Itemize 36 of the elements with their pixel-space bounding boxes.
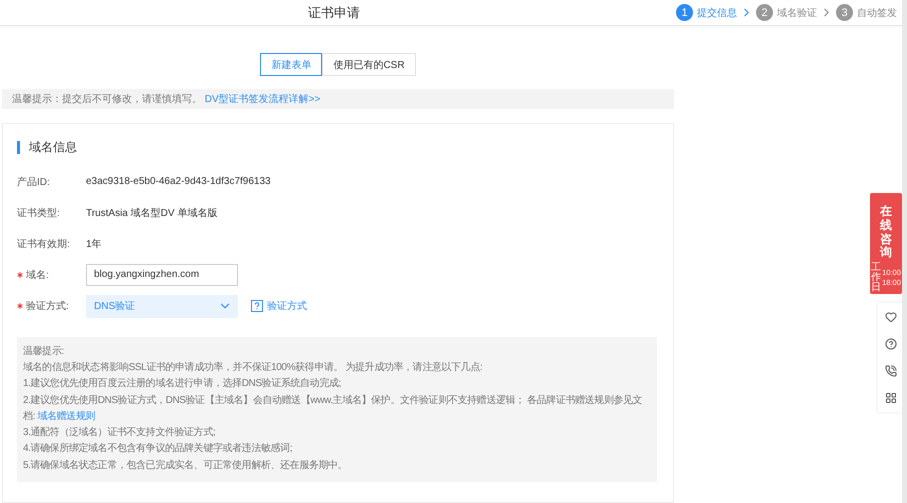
field-value: 1年 [86, 238, 102, 251]
method-select[interactable]: DNS验证 [86, 294, 238, 318]
tip-line: 域名的信息和状态将影响SSL证书的申请成功率，并不保证100%获得申请。 为提升成功率，请注意以下几点: [23, 360, 484, 375]
field-label: 域名: [26, 268, 50, 282]
help-link[interactable]: 验证方式 [251, 299, 307, 314]
tips-title: 温馨提示: [23, 344, 65, 359]
notice-text: 温馨提示：提交后不可修改，请谨慎填写。 [12, 92, 202, 106]
field-value: TrustAsia 域名型DV 单域名版 [86, 206, 218, 220]
field-label: 证书有效期: [17, 238, 71, 251]
step-number: 1 [676, 4, 693, 21]
domain-input[interactable]: blog.yangxingzhen.com [86, 264, 238, 286]
field-label: 产品ID: [17, 176, 51, 189]
help-icon [251, 300, 263, 312]
step-number: 3 [836, 4, 853, 21]
field-label: 验证方式: [26, 300, 70, 314]
step-label: 自动签发 [857, 6, 897, 20]
step-label: 提交信息 [697, 6, 737, 20]
step-label: 域名验证 [777, 6, 817, 20]
section-title: 域名信息 [17, 141, 659, 154]
heart-icon[interactable] [884, 310, 896, 323]
mode-tab[interactable]: 新建表单 [260, 53, 322, 76]
grid-icon[interactable] [884, 392, 896, 404]
tip-line: 5.请确保域名状态正常，包含已完成实名、可正常使用解析、还在服务期中。 [23, 458, 348, 473]
field-value: e3ac9318-e5b0-46a2-9d43-1df3c7f96133 [86, 176, 271, 188]
field-label: 证书类型: [17, 206, 61, 220]
page-title: 证书申请 [307, 4, 361, 22]
mode-tab[interactable]: 使用已有的CSR [322, 53, 416, 76]
step-number: 2 [756, 4, 773, 21]
process-link[interactable]: DV型证书签发流程详解>> [204, 92, 320, 106]
tip-line: 4.请确保所绑定域名不包含有争议的品牌关键字或者违法敏感词; [23, 442, 294, 456]
gift-rules-link[interactable]: 域名赠送规则 [37, 410, 95, 422]
tip-line: 1.建议您优先使用百度云注册的域名进行申请，选择DNS验证系统自动完成; [23, 376, 342, 392]
help-icon[interactable] [884, 338, 896, 350]
tip-line: 2.建议您优先使用DNS验证方式，DNS验证【主域名】会自动赠送【www.主域名】保护。文件验证则不支持赠送逻辑； 各品牌证书赠送规则参见文档: 域名赠送规则 [23, 394, 644, 424]
tip-line: 3.通配符（泛域名）证书不支持文件验证方式; [23, 426, 216, 440]
phone-icon[interactable] [884, 365, 896, 378]
